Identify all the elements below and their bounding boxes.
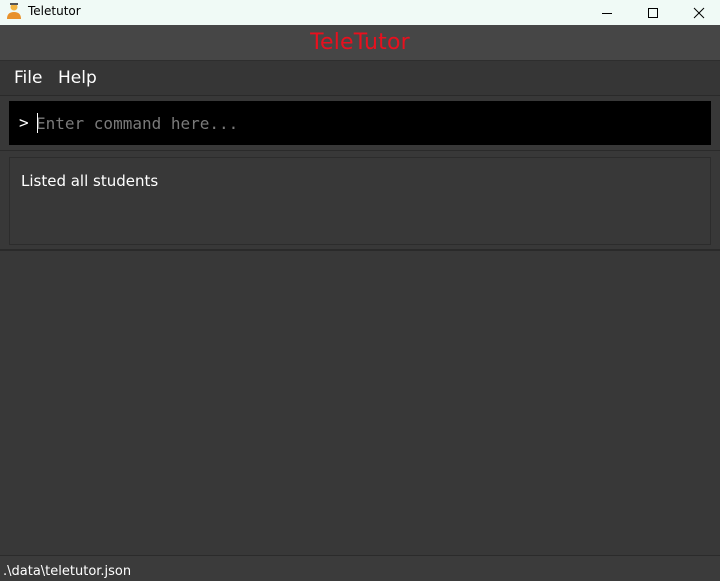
command-prompt-icon: > — [19, 113, 29, 132]
student-list-panel[interactable] — [0, 253, 720, 555]
menu-bar: File Help — [0, 61, 720, 96]
app-header: TeleTutor — [0, 25, 720, 61]
command-box-panel: > — [0, 96, 720, 151]
student-app-icon — [5, 2, 23, 20]
app-title: TeleTutor — [310, 30, 410, 55]
window-title-bar[interactable]: Teletutor — [0, 0, 720, 25]
save-location-path: .\data\teletutor.json — [3, 564, 132, 579]
command-input[interactable] — [36, 105, 696, 141]
command-box[interactable]: > — [9, 101, 711, 145]
maximize-icon — [647, 7, 659, 19]
result-message: Listed all students — [21, 172, 159, 190]
result-display-panel: Listed all students — [0, 152, 720, 251]
status-bar: .\data\teletutor.json — [0, 555, 720, 581]
close-icon — [693, 7, 705, 19]
close-button[interactable] — [676, 0, 720, 25]
result-display[interactable]: Listed all students — [9, 157, 711, 245]
window-title: Teletutor — [28, 4, 81, 18]
menu-help[interactable]: Help — [58, 68, 97, 88]
text-caret — [37, 113, 38, 133]
minimize-button[interactable] — [584, 0, 630, 25]
maximize-button[interactable] — [630, 0, 676, 25]
minimize-icon — [601, 7, 613, 19]
menu-file[interactable]: File — [14, 68, 42, 88]
